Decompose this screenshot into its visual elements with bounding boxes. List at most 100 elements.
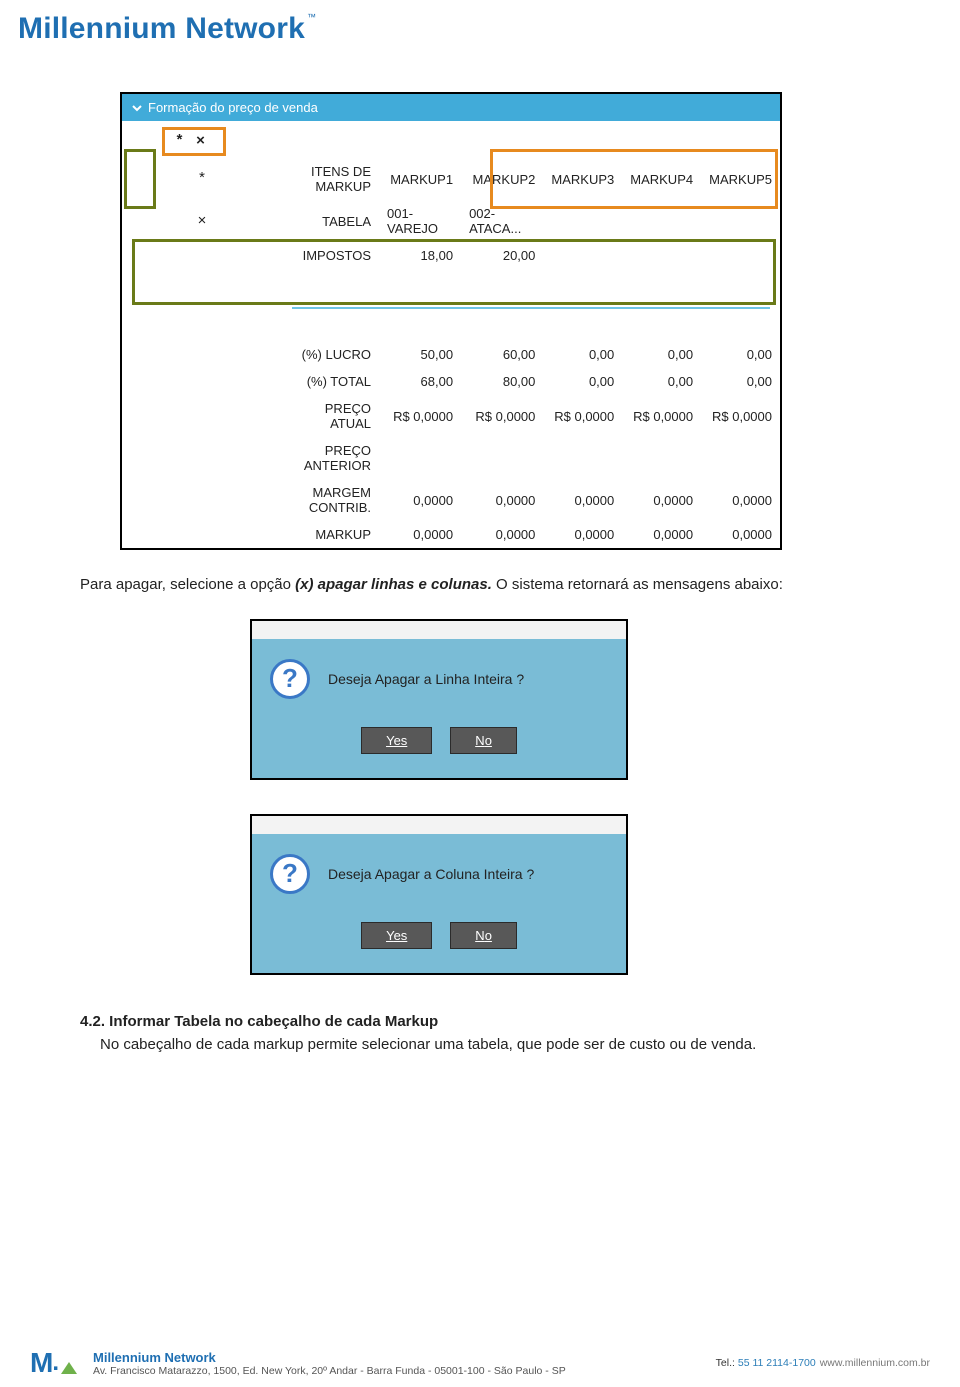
cell <box>622 242 701 269</box>
cell: 0,0000 <box>622 479 701 521</box>
no-button[interactable]: No <box>450 727 517 754</box>
no-button[interactable]: No <box>450 922 517 949</box>
cell <box>543 242 622 269</box>
grid-empty-row <box>122 269 780 341</box>
cell-label: PREÇO ANTERIOR <box>282 437 379 479</box>
paragraph-apagar: Para apagar, selecione a opção (x) apaga… <box>80 574 880 597</box>
dialog-delete-row: ? Deseja Apagar a Linha Inteira ? Yes No <box>250 619 628 780</box>
page-footer: M. Millennium Network Av. Francisco Mata… <box>0 1343 960 1387</box>
cell: 0,00 <box>701 368 780 395</box>
price-formation-screenshot: Formação do preço de venda * × * ITENS D… <box>120 92 782 550</box>
cell: 0,0000 <box>461 479 543 521</box>
section-heading: 4.2. Informar Tabela no cabeçalho de cad… <box>80 1013 880 1030</box>
tel-number: 55 11 2114-1700 <box>738 1357 816 1369</box>
cell: 001-VAREJO <box>379 200 461 242</box>
grid-row-markup: MARKUP 0,0000 0,0000 0,0000 0,0000 0,000… <box>122 521 780 548</box>
cell-label: TABELA <box>282 200 379 242</box>
cell: R$ 0,0000 <box>701 395 780 437</box>
dialog-delete-column: ? Deseja Apagar a Coluna Inteira ? Yes N… <box>250 814 628 975</box>
question-icon: ? <box>270 854 310 894</box>
col-header-markup5: MARKUP5 <box>701 158 780 200</box>
cell: 0,0000 <box>701 521 780 548</box>
dialog-titlebar <box>252 621 626 639</box>
grid-row-margem: MARGEM CONTRIB. 0,0000 0,0000 0,0000 0,0… <box>122 479 780 521</box>
cell: 68,00 <box>379 368 461 395</box>
cell: 0,0000 <box>701 479 780 521</box>
cell <box>379 437 461 479</box>
highlight-toolbar-box: * × <box>162 127 226 156</box>
cell-label: MARKUP <box>282 521 379 548</box>
col-header-markup3: MARKUP3 <box>543 158 622 200</box>
cell-label: (%) LUCRO <box>282 341 379 368</box>
brand-text: Millennium Network <box>18 12 305 45</box>
cell: 18,00 <box>379 242 461 269</box>
section-paragraph: No cabeçalho de cada markup permite sele… <box>100 1034 880 1057</box>
delete-button[interactable]: × <box>196 133 205 150</box>
grid-header-row: * ITENS DE MARKUP MARKUP1 MARKUP2 MARKUP… <box>122 158 780 200</box>
cell: 002-ATACA... <box>461 200 543 242</box>
cell-label: IMPOSTOS <box>282 242 379 269</box>
col-header-markup2: MARKUP2 <box>461 158 543 200</box>
window-title: Formação do preço de venda <box>148 100 318 115</box>
grid-row-total: (%) TOTAL 68,00 80,00 0,00 0,00 0,00 <box>122 368 780 395</box>
yes-button[interactable]: Yes <box>361 922 432 949</box>
cell <box>622 437 701 479</box>
cell <box>543 200 622 242</box>
triangle-icon <box>61 1362 77 1374</box>
cell: 0,0000 <box>543 521 622 548</box>
cell <box>543 437 622 479</box>
yes-button[interactable]: Yes <box>361 727 432 754</box>
cell: R$ 0,0000 <box>379 395 461 437</box>
cell: 0,0000 <box>543 479 622 521</box>
cell-label: (%) TOTAL <box>282 368 379 395</box>
cell: R$ 0,0000 <box>543 395 622 437</box>
cell: 0,0000 <box>379 521 461 548</box>
grid-row-impostos: IMPOSTOS 18,00 20,00 <box>122 242 780 269</box>
add-row-button[interactable]: * <box>175 133 184 150</box>
footer-contact: Tel.: 55 11 2114-1700 www.millennium.com.… <box>716 1357 930 1369</box>
row-marker-asterisk[interactable]: * <box>122 158 282 200</box>
cell <box>701 437 780 479</box>
cell: 60,00 <box>461 341 543 368</box>
cell: 80,00 <box>461 368 543 395</box>
grid-row-tabela: × TABELA 001-VAREJO 002-ATACA... <box>122 200 780 242</box>
cell: 20,00 <box>461 242 543 269</box>
cell-label: PREÇO ATUAL <box>282 395 379 437</box>
trademark-icon: ™ <box>307 12 316 22</box>
text-fragment: O sistema retornará as mensagens abaixo: <box>492 576 783 593</box>
cell: 0,0000 <box>461 521 543 548</box>
footer-address: Av. Francisco Matarazzo, 1500, Ed. New Y… <box>93 1365 700 1377</box>
cell <box>701 242 780 269</box>
tel-label: Tel.: <box>716 1357 738 1369</box>
cell-label: MARGEM CONTRIB. <box>282 479 379 521</box>
page-header: Millennium Network™ <box>0 0 960 52</box>
cell: 0,00 <box>701 341 780 368</box>
text-emphasis: (x) apagar linhas e colunas. <box>295 576 492 593</box>
grid-row-lucro: (%) LUCRO 50,00 60,00 0,00 0,00 0,00 <box>122 341 780 368</box>
window-titlebar: Formação do preço de venda <box>122 94 780 121</box>
row-marker-x[interactable]: × <box>122 200 282 242</box>
cell: 0,00 <box>543 368 622 395</box>
cell: 0,0000 <box>622 521 701 548</box>
cell <box>701 200 780 242</box>
cell: 0,0000 <box>379 479 461 521</box>
question-icon: ? <box>270 659 310 699</box>
footer-url: www.millennium.com.br <box>820 1357 930 1369</box>
grid-row-preco-atual: PREÇO ATUAL R$ 0,0000 R$ 0,0000 R$ 0,000… <box>122 395 780 437</box>
cell: 50,00 <box>379 341 461 368</box>
grid-row-preco-anterior: PREÇO ANTERIOR <box>122 437 780 479</box>
cell <box>622 200 701 242</box>
cell <box>461 437 543 479</box>
footer-title: Millennium Network <box>93 1350 700 1365</box>
dialog-message: Deseja Apagar a Linha Inteira ? <box>328 671 524 687</box>
cell: 0,00 <box>543 341 622 368</box>
cell: R$ 0,0000 <box>622 395 701 437</box>
col-header-markup1: MARKUP1 <box>379 158 461 200</box>
chevron-down-icon <box>132 103 142 113</box>
dialog-titlebar <box>252 816 626 834</box>
dialog-message: Deseja Apagar a Coluna Inteira ? <box>328 866 534 882</box>
markup-grid: * ITENS DE MARKUP MARKUP1 MARKUP2 MARKUP… <box>122 158 780 548</box>
footer-logo: M. <box>30 1349 77 1377</box>
cell: 0,00 <box>622 341 701 368</box>
cell: 0,00 <box>622 368 701 395</box>
